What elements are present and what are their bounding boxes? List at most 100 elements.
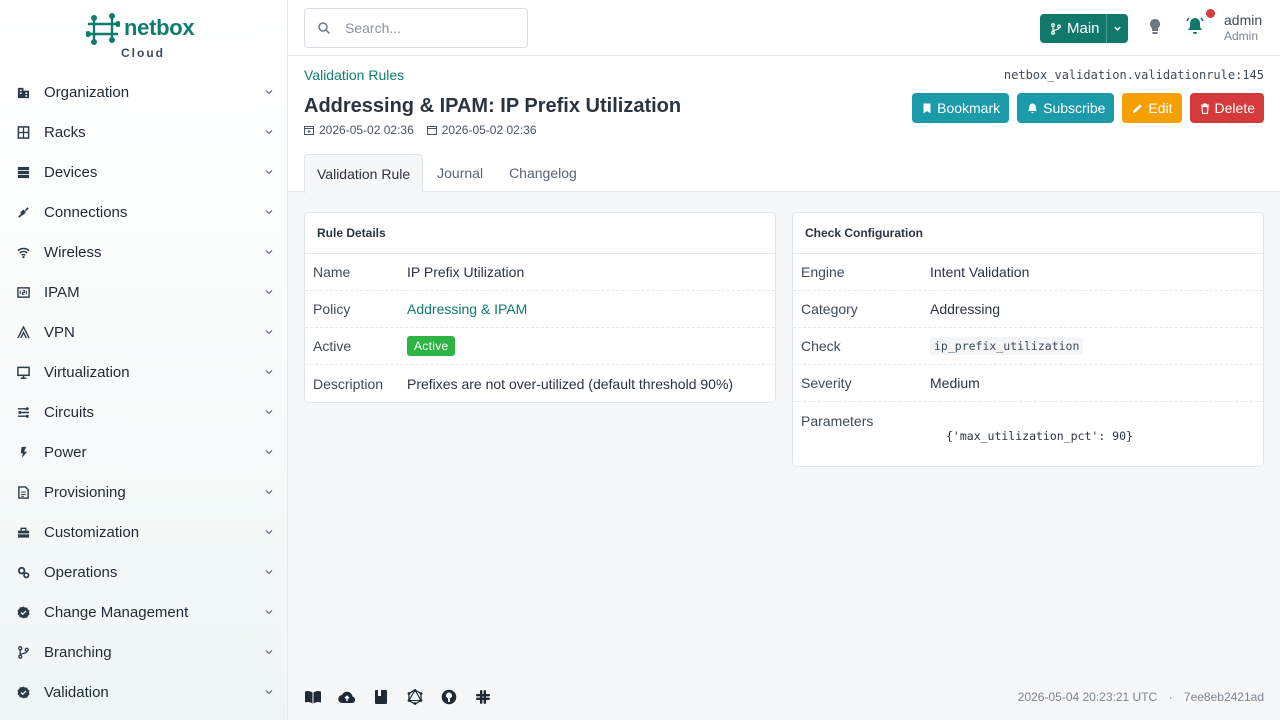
chevron-down-icon	[265, 650, 273, 655]
page-header: Validation Rules netbox_validation.valid…	[288, 56, 1280, 193]
lightbulb-icon[interactable]	[1148, 18, 1162, 36]
cogs-icon	[16, 565, 30, 579]
subscribe-button[interactable]: Subscribe	[1017, 93, 1115, 123]
plug-icon	[16, 205, 30, 219]
tab-changelog[interactable]: Changelog	[497, 154, 589, 192]
sidebar-item-wireless[interactable]: Wireless	[0, 232, 288, 272]
detail-row: Category Addressing	[793, 291, 1263, 328]
chevron-down-icon	[265, 130, 273, 135]
created-date: 2026-05-02 02:36	[304, 123, 414, 137]
detail-row: Active Active	[305, 328, 775, 365]
detail-row: Engine Intent Validation	[793, 254, 1263, 291]
check-decagram-icon	[16, 685, 30, 699]
detail-key: Parameters	[801, 413, 874, 429]
sidebar-item-racks[interactable]: Racks	[0, 112, 288, 152]
netbox-logo-icon	[86, 13, 120, 45]
chevron-down-icon	[265, 290, 273, 295]
created-date-value: 2026-05-02 02:36	[319, 123, 414, 137]
sidebar-item-label: Operations	[44, 563, 118, 581]
notification-dot	[1206, 9, 1215, 18]
edit-button[interactable]: Edit	[1122, 93, 1182, 123]
source-branch-icon	[1051, 22, 1061, 35]
sidebar-item-devices[interactable]: Devices	[0, 152, 288, 192]
bookmark-icon	[923, 103, 931, 113]
sidebar-item-circuits[interactable]: Circuits	[0, 392, 288, 432]
sidebar-item-label: Connections	[44, 203, 128, 221]
sidebar-item-change-management[interactable]: Change Management	[0, 592, 288, 632]
chevron-down-icon	[265, 570, 273, 575]
object-actions: Bookmark Subscribe Edit Delete	[904, 93, 1264, 123]
sidebar-item-label: VPN	[44, 323, 75, 341]
source-branch-icon	[16, 645, 30, 659]
branch-selector-button[interactable]: Main	[1040, 14, 1128, 43]
sidebar-item-branching[interactable]: Branching	[0, 632, 288, 672]
top-header: Main admin Admin	[288, 0, 1280, 56]
pencil-icon	[1133, 103, 1143, 113]
sidebar-item-power[interactable]: Power	[0, 432, 288, 472]
sidebar-item-connections[interactable]: Connections	[0, 192, 288, 232]
user-role: Admin	[1224, 29, 1259, 43]
detail-row: Name IP Prefix Utilization	[305, 254, 775, 291]
sidebar-item-label: Wireless	[44, 243, 102, 261]
graphql-icon[interactable]	[406, 688, 424, 706]
detail-key: Policy	[313, 301, 351, 317]
wifi-icon	[16, 245, 30, 259]
detail-value: Prefixes are not over-utilized (default …	[407, 375, 734, 392]
counter-icon	[16, 285, 30, 299]
rule-details-card: Rule Details Name IP Prefix Utilization …	[304, 212, 776, 403]
sidebar-item-virtualization[interactable]: Virtualization	[0, 352, 288, 392]
sidebar-item-operations[interactable]: Operations	[0, 552, 288, 592]
calendar-edit-icon	[426, 126, 437, 135]
slack-icon[interactable]	[474, 688, 492, 706]
tab-validation-rule[interactable]: Validation Rule	[304, 154, 424, 193]
footer-commit: 7ee8eb2421ad	[1183, 690, 1264, 704]
book-icon[interactable]	[372, 688, 390, 706]
transit-icon	[16, 405, 30, 419]
toolbox-icon	[16, 525, 30, 539]
monitor-icon	[16, 365, 30, 379]
detail-row: Description Prefixes are not over-utiliz…	[305, 365, 775, 402]
user-menu[interactable]: admin Admin	[1224, 12, 1262, 44]
sidebar-item-ipam[interactable]: IPAM	[0, 272, 288, 312]
user-name: admin	[1224, 12, 1263, 28]
tunnel-icon	[16, 325, 30, 339]
sidebar-item-label: Provisioning	[44, 483, 126, 501]
chevron-down-icon	[265, 490, 273, 495]
sidebar-item-validation[interactable]: Validation	[0, 672, 288, 712]
search-input[interactable]	[345, 20, 515, 36]
caret-down-icon[interactable]	[1106, 14, 1128, 43]
tab-journal[interactable]: Journal	[425, 154, 495, 192]
chevron-down-icon	[265, 250, 273, 255]
bookmark-label: Bookmark	[937, 100, 1001, 116]
brand-name: netbox	[124, 15, 195, 40]
search-box[interactable]	[304, 8, 528, 48]
github-icon[interactable]	[440, 688, 458, 706]
sidebar-item-provisioning[interactable]: Provisioning	[0, 472, 288, 512]
edit-label: Edit	[1148, 100, 1173, 116]
sidebar-item-customization[interactable]: Customization	[0, 512, 288, 552]
detail-key: Name	[313, 264, 351, 280]
sidebar-item-vpn[interactable]: VPN	[0, 312, 288, 352]
delete-button[interactable]: Delete	[1189, 93, 1264, 123]
chevron-down-icon	[265, 530, 273, 535]
calendar-plus-icon	[304, 126, 314, 135]
cloud-upload-icon[interactable]	[338, 688, 356, 706]
policy-link[interactable]: Addressing & IPAM	[407, 301, 527, 317]
object-dates: 2026-05-02 02:36 2026-05-02 02:36	[304, 123, 550, 137]
bookmark-button[interactable]: Bookmark	[912, 93, 1010, 123]
object-identifier: netbox_validation.validationrule:145	[1003, 68, 1264, 82]
page-title: Addressing & IPAM: IP Prefix Utilization	[304, 95, 682, 117]
sidebar-item-label: Virtualization	[44, 363, 130, 381]
updated-date: 2026-05-02 02:36	[426, 123, 537, 137]
brand-logo[interactable]: netbox Cloud	[86, 12, 206, 62]
flash-icon	[16, 445, 30, 459]
bell-icon[interactable]	[1185, 16, 1205, 36]
breadcrumb[interactable]: Validation Rules	[304, 67, 404, 83]
detail-row: Policy Addressing & IPAM	[305, 291, 775, 328]
book-open-icon[interactable]	[304, 688, 322, 706]
sidebar-item-organization[interactable]: Organization	[0, 72, 288, 112]
chevron-down-icon	[265, 610, 273, 615]
object-tabs: Validation Rule Journal Changelog	[304, 154, 591, 193]
bell-plus-icon	[1028, 103, 1038, 113]
detail-key: Active	[313, 338, 352, 354]
